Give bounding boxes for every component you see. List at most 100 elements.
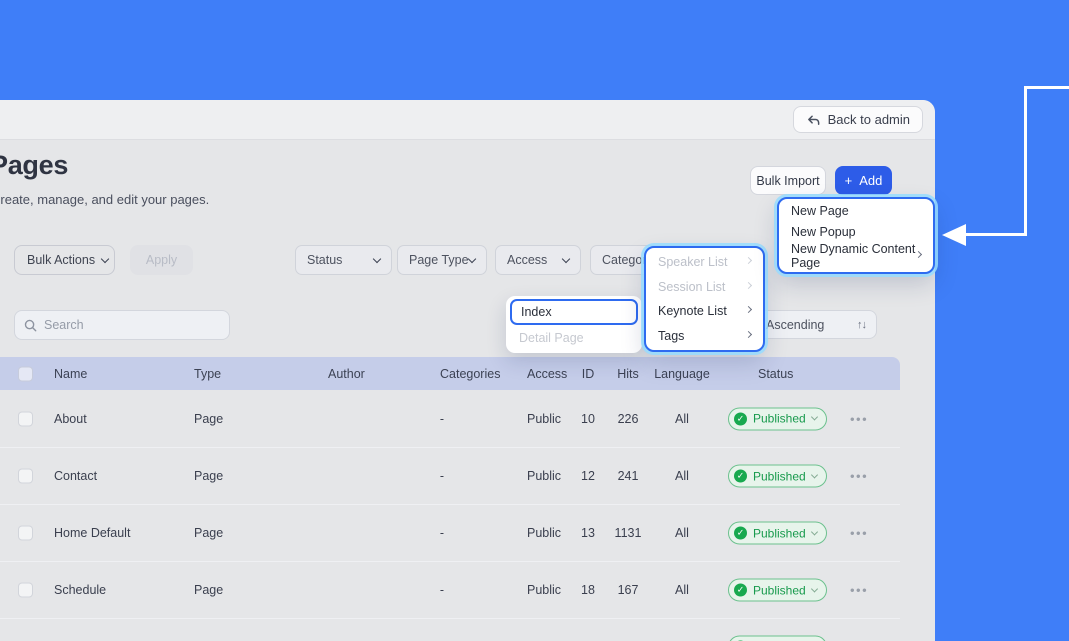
- table-row: About Page - Public 10 226 All ✓ Publishe…: [0, 390, 900, 447]
- chevron-down-icon: [100, 254, 110, 263]
- menu-item-index[interactable]: Index: [510, 299, 638, 325]
- page-access: Public: [527, 526, 562, 540]
- page-subtitle: Create, manage, and edit your pages.: [0, 192, 210, 207]
- status-badge[interactable]: ✓Published: [728, 521, 827, 545]
- chevron-down-icon: [561, 254, 571, 263]
- apply-button[interactable]: Apply: [130, 245, 193, 275]
- row-checkbox[interactable]: [18, 525, 33, 541]
- column-header-status: Status: [758, 366, 794, 381]
- page-hits: 167: [617, 583, 639, 597]
- chevron-down-icon: [372, 254, 382, 263]
- row-actions-menu[interactable]: •••: [850, 583, 868, 598]
- row-checkbox[interactable]: [18, 468, 33, 484]
- sort-order-control[interactable]: Ascending ↑↓: [755, 310, 877, 339]
- page-hits: 241: [617, 469, 639, 483]
- page-id: 12: [581, 469, 595, 483]
- search-icon: [24, 319, 37, 331]
- chevron-down-icon: [810, 584, 818, 593]
- callout-line-vertical: [1024, 86, 1027, 236]
- row-actions-menu[interactable]: •••: [850, 469, 868, 484]
- column-header-hits: Hits: [617, 366, 639, 381]
- keynote-list-submenu: Index Detail Page: [506, 296, 642, 353]
- row-checkbox[interactable]: [18, 582, 33, 598]
- page-type-filter-label: Page Type: [409, 253, 469, 267]
- page-access: Public: [527, 583, 562, 597]
- page-language: All: [675, 526, 689, 540]
- chevron-right-icon: [744, 257, 753, 265]
- page-hits: 226: [617, 411, 639, 426]
- page-language: All: [675, 583, 689, 597]
- status-badge[interactable]: ✓Published: [728, 578, 827, 602]
- add-dropdown-menu: New Page New Popup New Dynamic Content P…: [777, 197, 935, 274]
- row-checkbox[interactable]: [18, 411, 33, 426]
- page-name: Contact: [54, 469, 98, 483]
- page-type: Page: [194, 469, 224, 483]
- select-all-checkbox[interactable]: [18, 366, 33, 381]
- page-type: Page: [194, 411, 224, 426]
- page-type: Page: [194, 583, 224, 597]
- column-header-categories: Categories: [440, 366, 501, 381]
- status-filter-select[interactable]: Status: [295, 245, 392, 275]
- page-access: Public: [527, 469, 562, 483]
- row-actions-menu[interactable]: •••: [850, 526, 868, 541]
- chevron-right-icon: [744, 330, 753, 338]
- menu-item-keynote-list[interactable]: Keynote List: [646, 299, 763, 324]
- pages-table: Name Type Author Categories Access ID Hi…: [0, 357, 900, 641]
- column-header-id: ID: [581, 366, 595, 381]
- callout-line-bottom: [965, 233, 1026, 236]
- callout-line-top: [1024, 86, 1069, 89]
- bulk-import-label: Bulk Import: [756, 173, 820, 188]
- page-title: Pages: [0, 150, 69, 180]
- row-actions-menu[interactable]: •••: [850, 411, 868, 426]
- menu-item-session-list[interactable]: Session List: [646, 275, 763, 300]
- search-input-wrapper: [14, 310, 230, 340]
- status-badge[interactable]: ✓Published: [728, 464, 827, 488]
- column-header-type: Type: [194, 366, 222, 381]
- chevron-down-icon: [810, 470, 818, 479]
- menu-item-detail-page[interactable]: Detail Page: [510, 325, 638, 351]
- menu-item-tags[interactable]: Tags: [646, 324, 763, 349]
- status-badge[interactable]: ✓Published: [728, 635, 827, 641]
- page-hits: 1131: [614, 526, 642, 540]
- apply-label: Apply: [145, 253, 178, 267]
- page-name: Home Default: [54, 526, 131, 540]
- column-header-access: Access: [527, 366, 568, 381]
- page-type-filter-select[interactable]: Page Type: [397, 245, 487, 275]
- bulk-import-button[interactable]: Bulk Import: [750, 166, 826, 195]
- page-id: 10: [581, 411, 595, 426]
- table-row: Contact Page - Public 12 241 All ✓ Publis…: [0, 447, 900, 504]
- add-button-label: Add: [859, 173, 883, 188]
- status-badge[interactable]: ✓Published: [728, 407, 827, 430]
- back-to-admin-button[interactable]: Back to admin: [792, 106, 923, 133]
- search-input[interactable]: [44, 318, 220, 332]
- page-categories: -: [439, 411, 445, 426]
- add-button[interactable]: + Add: [835, 166, 892, 195]
- menu-item-new-dynamic-content-page[interactable]: New Dynamic Content Page: [779, 242, 933, 270]
- chevron-down-icon: [467, 254, 477, 263]
- menu-item-new-page[interactable]: New Page: [779, 201, 933, 222]
- page-id: 13: [581, 526, 595, 540]
- sort-order-label: Ascending: [766, 317, 825, 332]
- column-header-language: Language: [654, 366, 710, 381]
- menu-item-speaker-list[interactable]: Speaker List: [646, 250, 763, 275]
- bulk-actions-dropdown[interactable]: Bulk Actions: [14, 245, 115, 275]
- page-id: 18: [581, 583, 595, 597]
- table-row: Home Default Page - Public 13 1131 All ✓…: [0, 504, 900, 561]
- access-filter-select[interactable]: Access: [495, 245, 581, 275]
- column-header-author: Author: [328, 366, 365, 381]
- page-categories: -: [439, 526, 445, 540]
- status-filter-label: Status: [307, 253, 343, 267]
- bulk-actions-label: Bulk Actions: [27, 253, 96, 267]
- page-name: About: [54, 411, 87, 426]
- menu-item-new-popup[interactable]: New Popup: [779, 222, 933, 243]
- chevron-down-icon: [810, 413, 818, 421]
- chevron-right-icon: [744, 306, 753, 314]
- dynamic-content-submenu: Speaker List Session List Keynote List T…: [644, 246, 765, 352]
- chevron-down-icon: [810, 527, 818, 536]
- table-header-row: Name Type Author Categories Access ID Hi…: [0, 357, 900, 390]
- check-icon: ✓: [734, 469, 747, 483]
- column-header-name: Name: [54, 366, 88, 381]
- check-icon: ✓: [734, 412, 747, 425]
- undo-arrow-icon: [807, 115, 820, 125]
- admin-panel: Back to admin Pages Create, manage, and …: [0, 100, 935, 641]
